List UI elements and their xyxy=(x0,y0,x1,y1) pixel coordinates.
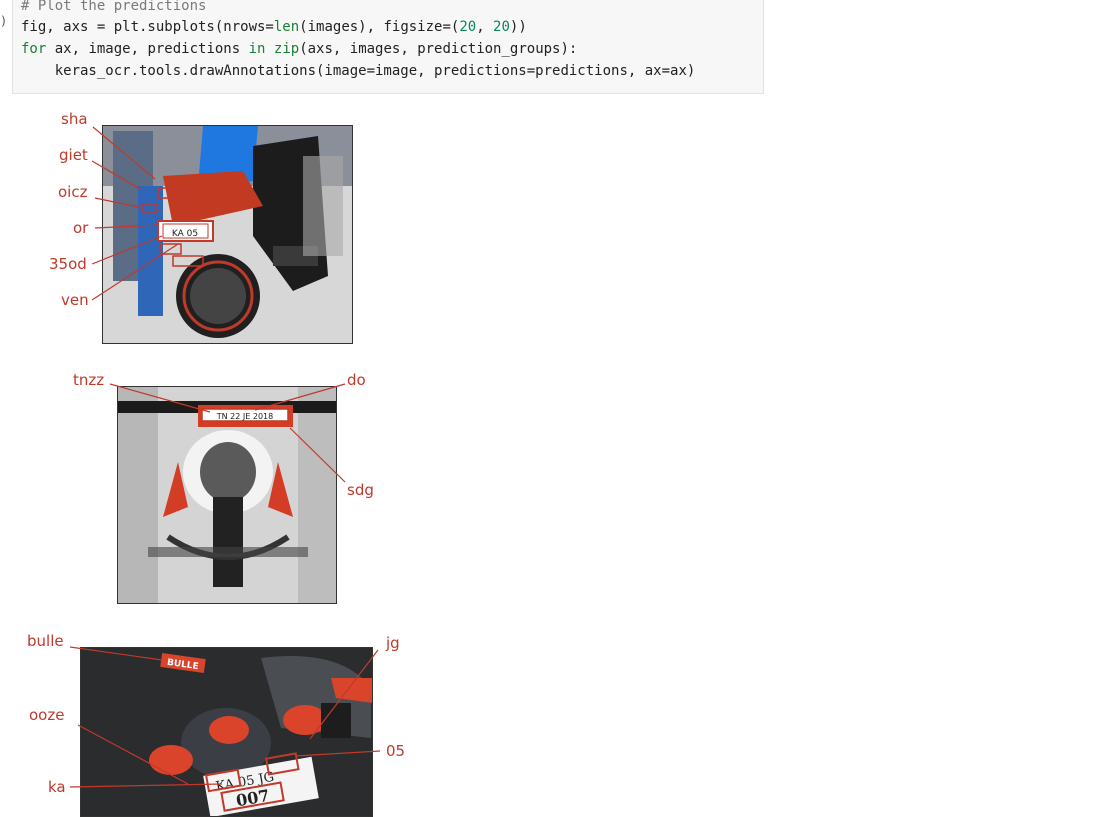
cell-prompt-marker: ) xyxy=(0,14,8,28)
code-keyword: for xyxy=(21,41,47,57)
code-line-3: for ax, image, predictions in zip(axs, i… xyxy=(21,40,577,58)
annotation-label: oicz xyxy=(58,183,88,201)
motorcycle-front-image: TN 22 JE 2018 xyxy=(118,387,336,603)
image-panel-3: BULLE KA 05 JG 007 xyxy=(80,647,373,817)
cell-output: KA 05 TN 22 JE 2018 BULLE KA 05 JG 007 s… xyxy=(0,94,1106,817)
annotation-label: jg xyxy=(386,634,400,652)
code-number: 20 xyxy=(493,19,510,35)
code-token: fig, axs = plt.subplots(nrows= xyxy=(21,19,274,35)
code-line-4: keras_ocr.tools.drawAnnotations(image=im… xyxy=(21,62,696,80)
annotation-label: ven xyxy=(61,291,89,309)
code-builtin: len xyxy=(273,19,300,35)
annotation-label: ka xyxy=(48,778,66,796)
annotation-label: 35od xyxy=(49,255,87,273)
annotation-label: giet xyxy=(59,146,88,164)
code-token: )) xyxy=(509,19,527,35)
annotation-label: ooze xyxy=(29,706,65,724)
motorcycle-rear-image: KA 05 xyxy=(103,126,352,343)
license-plate-image: BULLE KA 05 JG 007 xyxy=(81,648,372,816)
plate-text-2: TN 22 JE 2018 xyxy=(216,412,273,421)
code-number: 20 xyxy=(459,19,477,35)
annotation-label: bulle xyxy=(27,632,64,650)
code-line-1: # Plot the predictions xyxy=(21,0,206,15)
code-token: (axs, images, prediction_groups): xyxy=(299,41,578,57)
annotation-label: or xyxy=(73,219,89,237)
annotation-label: 05 xyxy=(386,742,406,760)
code-token: (images), figsize=( xyxy=(299,19,460,35)
image-panel-2: TN 22 JE 2018 xyxy=(117,386,337,604)
annotation-label: sdg xyxy=(347,481,374,499)
annotation-label: do xyxy=(347,371,366,389)
code-keyword: in xyxy=(248,41,266,57)
code-builtin: zip xyxy=(273,41,300,57)
image-panel-1: KA 05 xyxy=(102,125,353,344)
plate-text-1: KA 05 xyxy=(172,229,198,239)
code-comment: # Plot the predictions xyxy=(21,0,207,14)
code-cell[interactable]: # Plot the predictions fig, axs = plt.su… xyxy=(12,0,764,94)
code-token: ax, image, predictions xyxy=(46,41,249,57)
annotation-label: sha xyxy=(61,110,88,128)
code-token: keras_ocr.tools.drawAnnotations(image=im… xyxy=(21,63,696,79)
code-line-2: fig, axs = plt.subplots(nrows=len(images… xyxy=(21,18,527,36)
annotation-label: tnzz xyxy=(73,371,105,389)
code-token: , xyxy=(476,19,494,35)
